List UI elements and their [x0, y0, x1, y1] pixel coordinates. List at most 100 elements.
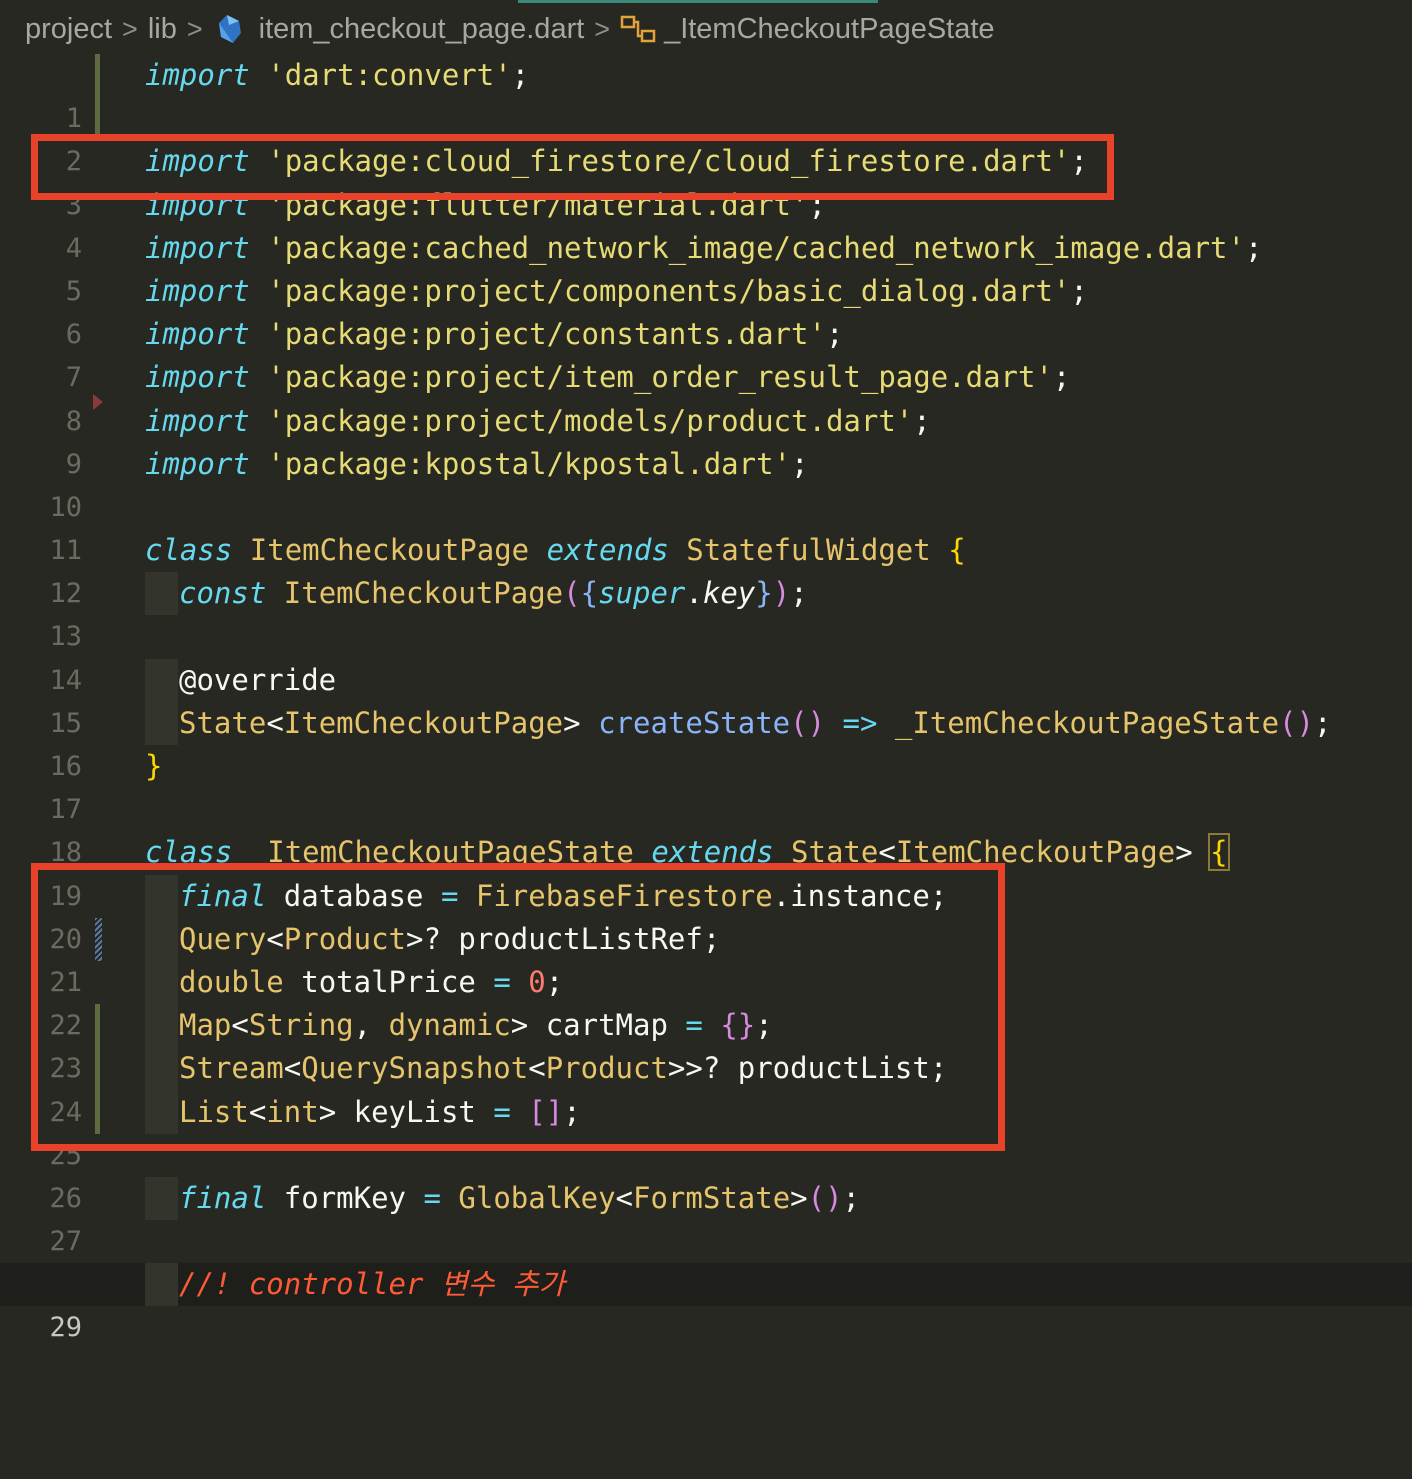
punctuation: ;: [755, 1008, 773, 1043]
code-line[interactable]: 10 import 'package:kpostal/kpostal.dart'…: [0, 443, 1412, 523]
keyword: const: [179, 576, 267, 611]
keyword: class: [145, 533, 233, 568]
code-line[interactable]: 5 import 'package:cached_network_image/c…: [0, 227, 1412, 307]
type-name: ItemCheckoutPage: [283, 576, 564, 611]
punctuation: ;: [1070, 273, 1088, 308]
code-line[interactable]: 12 class ItemCheckoutPage extends Statef…: [0, 529, 1412, 609]
code-line[interactable]: 1 import 'dart:convert';: [0, 54, 1412, 134]
breadcrumb-separator: >: [186, 13, 203, 44]
indent-guide: [145, 1090, 178, 1134]
code-line[interactable]: 19 class _ItemCheckoutPageState extends …: [0, 831, 1412, 912]
identifier: instance: [790, 878, 930, 913]
type-name: Stream: [179, 1051, 284, 1086]
type-name: String: [248, 1008, 354, 1043]
code-line[interactable]: 8 import 'package:project/item_order_res…: [0, 356, 1412, 436]
punctuation: ;: [808, 187, 826, 222]
type-name: ItemCheckoutPage: [895, 835, 1176, 870]
code-line[interactable]: 28: [0, 1220, 1412, 1300]
punctuation: ;: [790, 576, 808, 611]
code-line[interactable]: 15 @override: [0, 658, 1412, 739]
code-line[interactable]: 27 final formKey = GlobalKey<FormState>(…: [0, 1176, 1412, 1257]
identifier: keyList: [353, 1094, 476, 1129]
indent-guide: [145, 1004, 178, 1048]
class-symbol-icon: [620, 15, 656, 43]
keyword: import: [145, 446, 250, 481]
type-name: State: [179, 705, 267, 740]
punctuation: ;: [1052, 360, 1071, 395]
punctuation: ;: [1313, 705, 1332, 740]
dart-file-icon: [218, 15, 241, 43]
punctuation: ;: [913, 403, 931, 438]
code-line[interactable]: 17 }: [0, 745, 1412, 825]
indent-guide: [145, 572, 178, 616]
keyword: import: [145, 230, 250, 265]
modified-marker: [95, 1047, 100, 1091]
code-line[interactable]: 6 import 'package:project/components/bas…: [0, 270, 1412, 350]
type-name: FirebaseFirestore: [475, 878, 773, 913]
punctuation: ;: [563, 1094, 581, 1129]
breadcrumb-class[interactable]: _ItemCheckoutPageState: [664, 13, 994, 46]
string-literal: 'package:flutter/material.dart': [267, 187, 809, 222]
code-line[interactable]: 7 import 'package:project/constants.dart…: [0, 313, 1412, 393]
breadcrumb-file[interactable]: item_checkout_page.dart: [259, 13, 585, 46]
code-line[interactable]: 14: [0, 615, 1412, 696]
breadcrumb-project[interactable]: project: [25, 13, 112, 46]
code-line[interactable]: 23 Map<String, dynamic> cartMap = {};: [0, 1004, 1412, 1084]
keyword: import: [145, 58, 250, 92]
code-line[interactable]: 3 import 'package:cloud_firestore/cloud_…: [0, 140, 1412, 220]
code-line[interactable]: 2: [0, 97, 1412, 177]
string-literal: 'dart:convert': [267, 58, 512, 92]
modified-marker: [95, 97, 100, 141]
indent-guide: [145, 960, 178, 1005]
indent-guide: [145, 658, 178, 702]
code-line[interactable]: 20 final database = FirebaseFirestore.in…: [0, 874, 1412, 955]
punctuation: ;: [791, 446, 809, 481]
keyword: import: [145, 273, 250, 308]
code-line[interactable]: 26: [0, 1134, 1412, 1214]
identifier: formKey: [283, 1180, 406, 1215]
indent-guide: [145, 917, 178, 961]
comment: //! controller 변수 추가: [179, 1267, 566, 1302]
type-name: QuerySnapshot: [301, 1051, 529, 1086]
fold-arrow-icon[interactable]: [93, 393, 103, 410]
code-line[interactable]: 9 import 'package:project/models/product…: [0, 393, 1412, 480]
type-name: Product: [545, 1051, 668, 1086]
operator: =>: [842, 705, 878, 740]
punctuation: ;: [1070, 144, 1088, 179]
code-line-current[interactable]: 29 //! controller 변수 추가: [0, 1263, 1412, 1343]
code-line[interactable]: 11: [0, 486, 1412, 566]
keyword: import: [145, 144, 250, 179]
code-line[interactable]: 22 double totalPrice = 0;: [0, 960, 1412, 1041]
string-literal: 'package:project/components/basic_dialog…: [267, 273, 1071, 308]
type-name: Product: [283, 921, 406, 956]
code-line[interactable]: 13 const ItemCheckoutPage({super.key});: [0, 572, 1412, 652]
type-name: GlobalKey: [458, 1180, 616, 1215]
string-literal: 'package:project/models/product.dart': [267, 403, 914, 438]
type-name: double: [179, 964, 284, 999]
indent-guide: [145, 701, 178, 745]
string-literal: 'package:kpostal/kpostal.dart': [267, 446, 792, 481]
code-line[interactable]: 4 import 'package:flutter/material.dart'…: [0, 184, 1412, 264]
keyword: super: [598, 576, 686, 611]
keyword: final: [179, 1180, 267, 1215]
breadcrumb-separator: >: [122, 13, 138, 44]
code-line[interactable]: 21 Query<Product>? productListRef;: [0, 917, 1412, 998]
punctuation: ;: [1244, 230, 1263, 265]
indent-guide: [145, 1047, 178, 1091]
identifier: totalPrice: [301, 964, 476, 999]
punctuation: ;: [702, 921, 721, 956]
modified-marker: [95, 1090, 100, 1134]
identifier: productList: [737, 1051, 930, 1086]
code-line[interactable]: 24 Stream<QuerySnapshot<Product>>? produ…: [0, 1047, 1412, 1128]
type-name: List: [179, 1094, 249, 1129]
type-name: StatefulWidget: [686, 533, 931, 568]
identifier: cartMap: [545, 1008, 668, 1043]
code-line[interactable]: 25 List<int> keyList = [];: [0, 1090, 1412, 1171]
code-line[interactable]: 16 State<ItemCheckoutPage> createState()…: [0, 701, 1412, 782]
keyword: extends: [546, 533, 669, 568]
breadcrumb-lib[interactable]: lib: [148, 13, 177, 46]
line-number: 29: [49, 1312, 82, 1344]
type-name: _ItemCheckoutPageState: [249, 835, 634, 870]
code-editor[interactable]: 1 import 'dart:convert'; 2 3 import 'pac…: [0, 54, 1412, 1343]
code-line[interactable]: 18: [0, 788, 1412, 868]
